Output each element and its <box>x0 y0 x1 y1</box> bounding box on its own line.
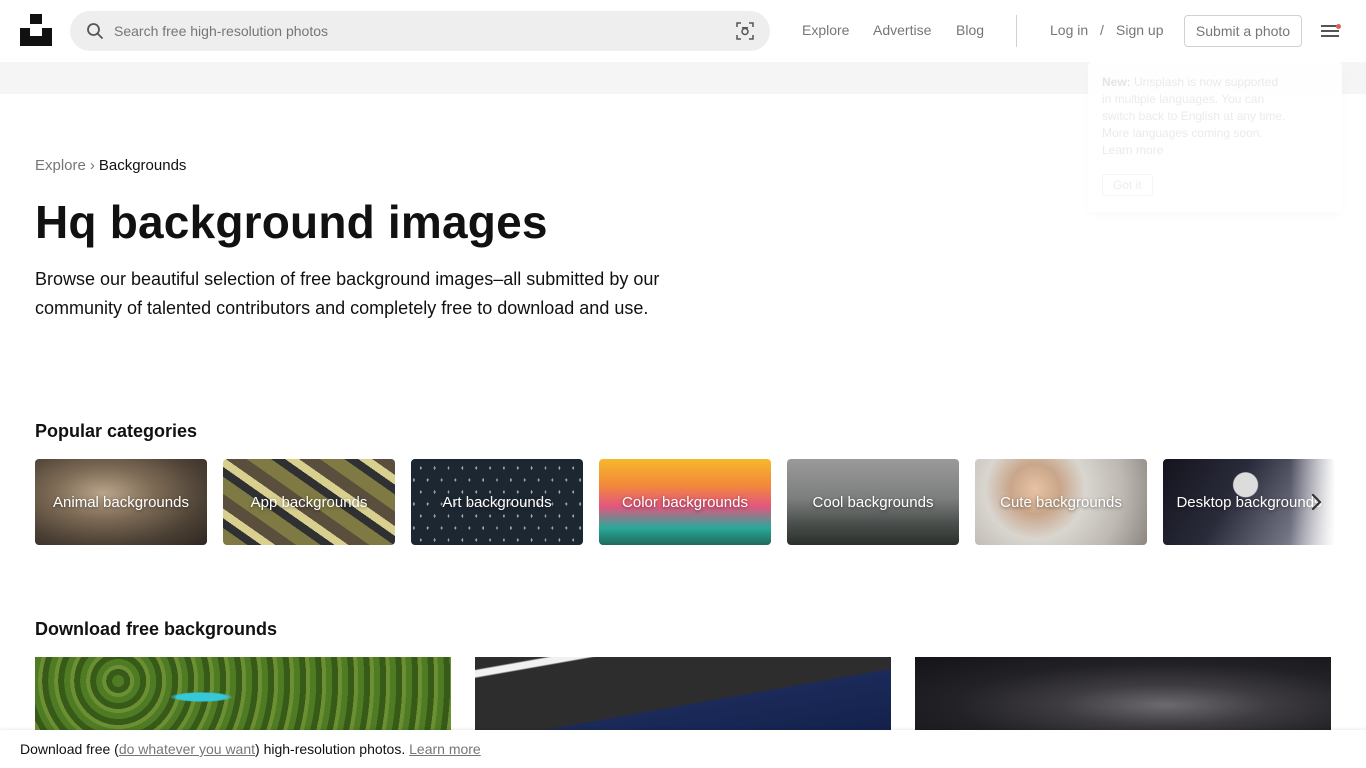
footer-text: Download free (do whatever you want) hig… <box>20 741 481 757</box>
breadcrumb-current: Backgrounds <box>98 157 187 174</box>
auth-separator: / <box>1100 22 1104 38</box>
toast-prefix: New: <box>1102 75 1131 89</box>
nav-explore-link[interactable]: Explore <box>802 22 849 38</box>
toast-message: New: Unsplash is now supported in multip… <box>1102 74 1288 159</box>
category-cute[interactable]: Cute backgrounds <box>975 459 1147 545</box>
search-icon[interactable] <box>86 22 104 40</box>
footer-learn-more-link[interactable]: Learn more <box>409 741 481 757</box>
category-label: Cool backgrounds <box>812 493 934 511</box>
page-description: Browse our beautiful selection of free b… <box>35 269 660 318</box>
photo-car-lights[interactable] <box>475 657 891 737</box>
nav-advertise-link[interactable]: Advertise <box>873 22 931 38</box>
footer-prefix: Download free ( <box>20 741 119 757</box>
category-art[interactable]: Art backgrounds <box>411 459 583 545</box>
category-app[interactable]: App backgrounds <box>223 459 395 545</box>
license-link[interactable]: do whatever you want <box>119 741 255 757</box>
language-toast: New: Unsplash is now supported in multip… <box>1088 62 1342 212</box>
nav-blog-link[interactable]: Blog <box>956 22 984 38</box>
footer-middle: ) high-resolution photos. <box>255 741 406 757</box>
submit-photo-button[interactable]: Submit a photo <box>1184 15 1302 47</box>
unsplash-logo-icon[interactable] <box>20 14 52 46</box>
photo-forest-river[interactable] <box>35 657 451 737</box>
category-cool[interactable]: Cool backgrounds <box>787 459 959 545</box>
toast-learn-more-link[interactable]: Learn more <box>1102 143 1163 157</box>
download-backgrounds-heading: Download free backgrounds <box>35 619 278 639</box>
toast-dismiss-button[interactable]: Got it <box>1102 174 1153 196</box>
category-label: Color backgrounds <box>622 493 748 511</box>
category-animal[interactable]: Animal backgrounds <box>35 459 207 545</box>
breadcrumb-separator: › <box>89 157 95 174</box>
category-label: Cute backgrounds <box>1000 493 1122 511</box>
category-label: App backgrounds <box>250 493 368 511</box>
category-label: Animal backgrounds <box>53 493 189 511</box>
category-label: Art backgrounds <box>442 493 552 511</box>
popular-categories-heading: Popular categories <box>35 421 198 441</box>
photo-milky-way[interactable] <box>915 657 1331 737</box>
top-navbar: Explore Advertise Blog Log in / Sign up … <box>0 0 1366 62</box>
carousel-fade <box>1290 459 1366 545</box>
category-color[interactable]: Color backgrounds <box>599 459 771 545</box>
search-bar <box>70 11 770 51</box>
signup-link[interactable]: Sign up <box>1116 22 1163 38</box>
breadcrumb-explore-link[interactable]: Explore <box>35 157 86 174</box>
nav-divider <box>1016 15 1017 47</box>
license-footer-bar: Download free (do whatever you want) hig… <box>0 730 1366 768</box>
chevron-right-icon[interactable] <box>1308 490 1326 514</box>
page-title: Hq background images <box>35 196 548 248</box>
visual-search-icon[interactable] <box>736 22 754 40</box>
login-link[interactable]: Log in <box>1050 22 1088 38</box>
notification-dot-icon <box>1336 24 1341 29</box>
breadcrumb: Explore › Backgrounds <box>35 157 186 174</box>
search-input[interactable] <box>114 11 714 51</box>
